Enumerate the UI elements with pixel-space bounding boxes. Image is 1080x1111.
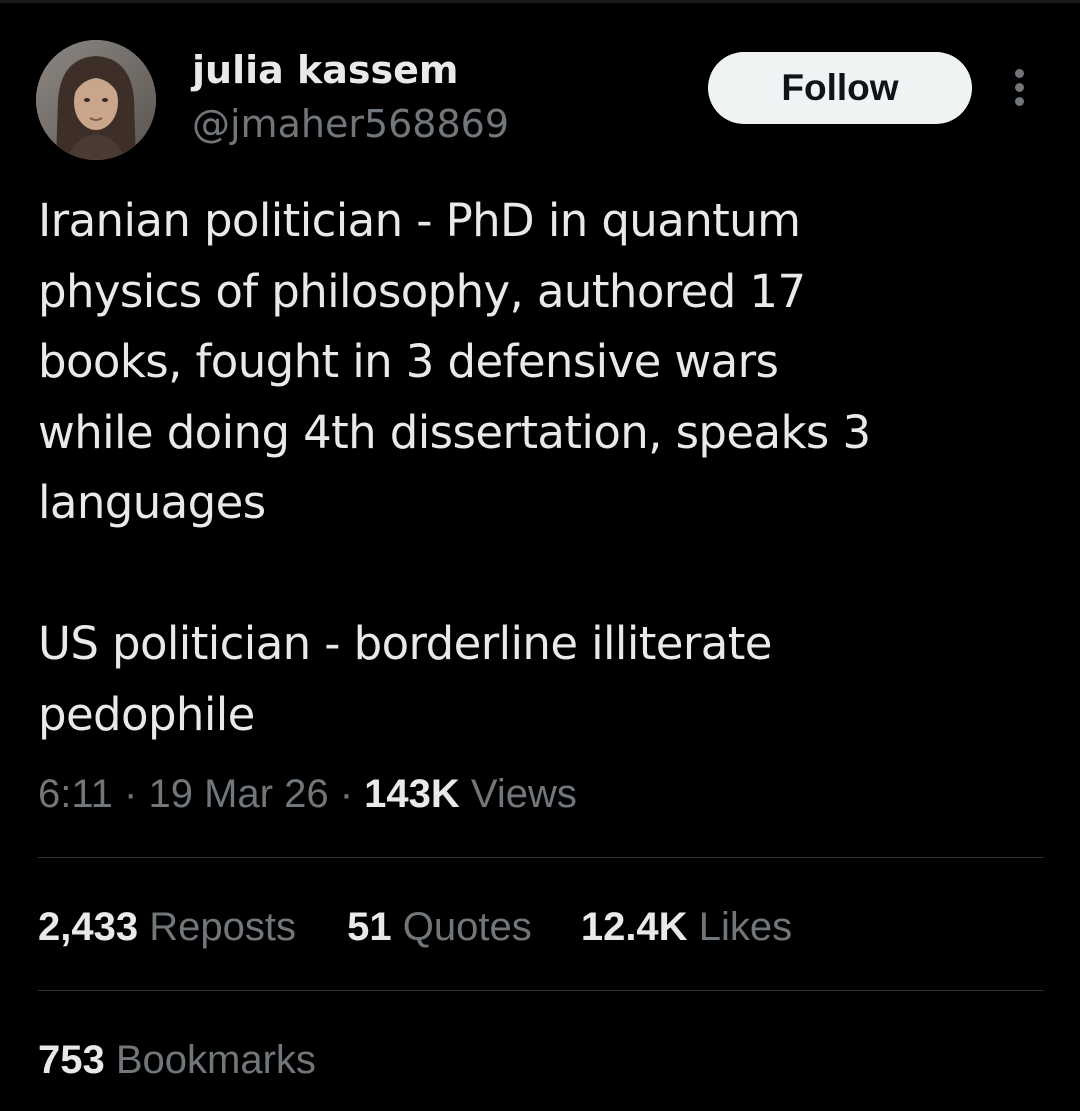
engagement-stats: 2,433 Reposts 51 Quotes 12.4K Likes [38,901,792,953]
more-options-icon[interactable] [1006,66,1034,110]
tweet-line: physics of philosophy, authored 17 [38,264,806,318]
likes-count: 12.4K [580,905,688,949]
author-display-name[interactable]: julia kassem [192,44,459,96]
tweet-line: Iranian politician - PhD in quantum [38,194,801,247]
follow-button[interactable]: Follow [708,52,972,124]
tweet-time[interactable]: 6:11 [38,772,113,816]
reposts-stat[interactable]: 2,433 Reposts [38,901,296,953]
top-divider [0,0,1080,3]
reposts-count: 2,433 [38,905,139,949]
likes-stat[interactable]: 12.4K Likes [581,901,792,953]
views-count: 143K [364,772,460,816]
likes-label: Likes [698,905,793,949]
reposts-label: Reposts [149,905,296,949]
avatar[interactable] [36,40,156,160]
tweet-line: pedophile [38,687,255,741]
meta-separator: · [339,772,354,816]
views-label: Views [470,772,577,816]
more-dot [1015,83,1024,92]
author-handle[interactable]: @jmaher568869 [192,98,509,150]
bookmarks-stat[interactable]: 753 Bookmarks [38,1034,316,1086]
tweet-line: US politician - borderline illiterate [38,617,772,670]
quotes-label: Quotes [402,905,532,949]
quotes-stat[interactable]: 51 Quotes [347,901,532,953]
divider [38,990,1044,991]
avatar-photo [36,40,156,160]
quotes-count: 51 [347,905,392,949]
divider [38,857,1044,858]
tweet-text: Iranian politician - PhD in quantum phys… [38,186,1038,750]
tweet-line: books, fought in 3 defensive wars [38,335,779,388]
bookmarks-label: Bookmarks [115,1038,316,1082]
bookmarks-count: 753 [38,1038,105,1082]
tweet-line: languages [38,476,266,529]
more-dot [1015,69,1024,78]
tweet-meta: 6:11 · 19 Mar 26 · 143K Views [38,768,577,820]
more-dot [1015,97,1024,106]
tweet-line: while doing 4th dissertation, speaks 3 [38,405,871,459]
tweet-date[interactable]: 19 Mar 26 [148,772,328,816]
meta-separator: · [124,772,138,816]
